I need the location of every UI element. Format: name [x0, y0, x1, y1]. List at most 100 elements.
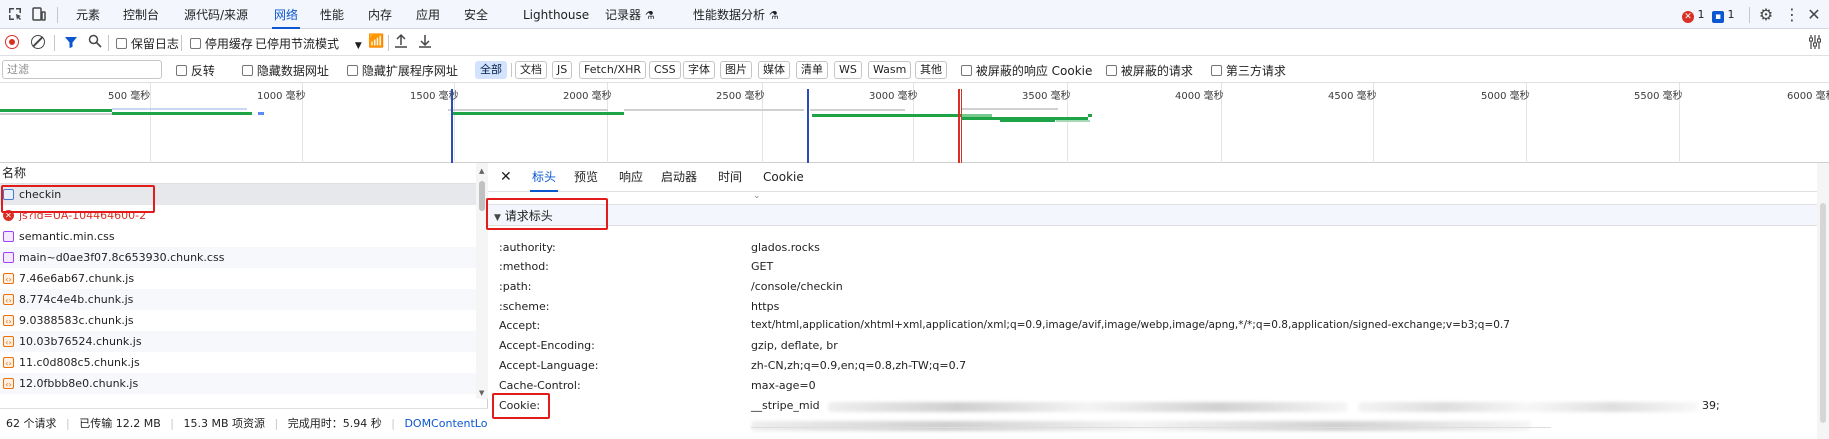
checkbox[interactable] [1211, 65, 1222, 76]
filter-icon[interactable] [64, 35, 78, 52]
header-name: Cache-Control: [499, 379, 581, 392]
tab-response[interactable]: 响应 [619, 163, 643, 192]
tab-headers[interactable]: 标头 [530, 163, 559, 192]
tab-console[interactable]: 控制台 [123, 0, 159, 29]
table-row[interactable]: ‹› 7.46e6ab67.chunk.js [0, 268, 476, 289]
checkbox[interactable] [176, 65, 187, 76]
disable-cache-checkbox[interactable]: 停用缓存 [190, 35, 253, 52]
highlight-box [486, 198, 608, 230]
checkbox[interactable] [1106, 65, 1117, 76]
tab-network[interactable]: 网络 [272, 0, 301, 29]
tick-label: 6000 毫秒 [1787, 91, 1829, 102]
checkbox[interactable] [242, 65, 253, 76]
device-toolbar-icon[interactable] [30, 6, 48, 24]
more-options-icon[interactable]: ⋮ [1783, 6, 1801, 24]
filter-input[interactable]: 过滤 [2, 60, 162, 79]
network-conditions-icon[interactable]: 📶 [368, 34, 384, 49]
type-filter-other[interactable]: 其他 [915, 61, 947, 79]
checkbox[interactable] [190, 38, 201, 49]
clear-icon[interactable] [31, 35, 45, 49]
waterfall-bar [112, 108, 247, 110]
tab-performance-insights[interactable]: 性能数据分析 ⚗ [693, 0, 779, 29]
table-row[interactable]: ‹› 8.774c4e4b.chunk.js [0, 289, 476, 310]
scroll-down-icon[interactable]: ▼ [479, 389, 484, 397]
blocked-cookies-checkbox[interactable]: 被屏蔽的响应 Cookie [961, 62, 1092, 79]
tab-application[interactable]: 应用 [416, 0, 440, 29]
tab-lighthouse[interactable]: Lighthouse [523, 0, 589, 29]
hide-extension-urls-checkbox[interactable]: 隐藏扩展程序网址 [347, 62, 458, 79]
tab-preview[interactable]: 预览 [574, 163, 598, 192]
tab-timing[interactable]: 时间 [718, 163, 742, 192]
preserve-log-checkbox[interactable]: 保留日志 [116, 35, 179, 52]
tick-label: 3000 毫秒 [869, 91, 918, 102]
throttling-select[interactable]: 已停用节流模式 ▼ [255, 35, 362, 52]
type-filter-ws[interactable]: WS [834, 61, 862, 79]
type-filter-fetch[interactable]: Fetch/XHR [579, 61, 646, 79]
type-filter-doc[interactable]: 文档 [515, 61, 547, 79]
checkbox[interactable] [347, 65, 358, 76]
header-name: :path: [499, 280, 532, 293]
network-settings-icon[interactable] [1808, 34, 1822, 53]
checkbox[interactable] [116, 38, 127, 49]
table-row[interactable]: ‹› 11.c0d808c5.chunk.js [0, 352, 476, 373]
inspect-element-icon[interactable] [6, 6, 24, 24]
hide-data-urls-checkbox[interactable]: 隐藏数据网址 [242, 62, 329, 79]
overview-timeline[interactable]: 500 毫秒 1000 毫秒 1500 毫秒 2000 毫秒 2500 毫秒 3… [0, 83, 1829, 163]
type-filter-img[interactable]: 图片 [720, 61, 752, 79]
tab-elements[interactable]: 元素 [76, 0, 100, 29]
waterfall-bar [452, 112, 624, 115]
search-icon[interactable] [88, 34, 102, 51]
tab-security[interactable]: 安全 [464, 0, 488, 29]
type-filter-wasm[interactable]: Wasm [868, 61, 912, 79]
type-filter-media[interactable]: 媒体 [758, 61, 790, 79]
gear-icon[interactable]: ⚙ [1757, 6, 1775, 24]
scrollbar-thumb[interactable] [1820, 203, 1826, 423]
header-name: :scheme: [499, 300, 550, 313]
type-filter-js[interactable]: JS [552, 61, 573, 79]
table-row[interactable]: ‹› 9.0388583c.chunk.js [0, 310, 476, 331]
export-har-icon[interactable] [418, 33, 432, 52]
hide-data-urls-label: 隐藏数据网址 [256, 64, 329, 78]
tab-sources[interactable]: 源代码/来源 [184, 0, 248, 29]
request-name: semantic.min.css [19, 230, 115, 243]
tab-memory[interactable]: 内存 [368, 0, 392, 29]
invert-checkbox[interactable]: 反转 [176, 62, 215, 79]
tab-performance[interactable]: 性能 [320, 0, 344, 29]
type-filter-font[interactable]: 字体 [683, 61, 715, 79]
close-icon[interactable]: ✕ [1805, 6, 1823, 24]
tab-cookies[interactable]: Cookie [763, 163, 804, 192]
resources-size: 15.3 MB 项资源 [183, 417, 265, 430]
finish-time: 完成用时：5.94 秒 [287, 417, 382, 430]
header-value: zh-CN,zh;q=0.9,en;q=0.8,zh-TW;q=0.7 [751, 359, 967, 372]
message-counter[interactable]: ▪ 1 [1712, 8, 1735, 23]
detail-tab-bar: ✕ 标头 预览 响应 启动器 时间 Cookie [488, 163, 1829, 192]
blocked-requests-checkbox[interactable]: 被屏蔽的请求 [1106, 62, 1193, 79]
dropdown-arrow-icon: ▼ [354, 41, 362, 51]
waterfall-bar [258, 112, 264, 115]
table-row[interactable]: ‹› 10.03b76524.chunk.js [0, 331, 476, 352]
table-row[interactable]: main~d0ae3f07.8c653930.chunk.css [0, 247, 476, 268]
script-icon: ‹› [3, 357, 14, 368]
tick-label: 3500 毫秒 [1022, 91, 1071, 102]
script-icon: ‹› [3, 294, 14, 305]
error-counter[interactable]: ✕ 1 [1682, 8, 1705, 23]
type-filter-manifest[interactable]: 清单 [796, 61, 828, 79]
record-icon[interactable] [5, 35, 19, 49]
request-name: 9.0388583c.chunk.js [19, 314, 134, 327]
detail-scrollbar[interactable] [1817, 163, 1829, 439]
checkbox[interactable] [961, 65, 972, 76]
tab-recorder[interactable]: 记录器 ⚗ [605, 0, 655, 29]
name-column-header[interactable]: 名称 [0, 163, 476, 184]
request-headers-section[interactable]: ▼ 请求标头 [488, 204, 1829, 226]
table-row[interactable]: semantic.min.css [0, 226, 476, 247]
scrollbar-thumb[interactable] [479, 181, 485, 211]
scroll-up-icon[interactable]: ▲ [479, 167, 484, 175]
type-filter-all[interactable]: 全部 [475, 61, 507, 79]
disable-cache-label: 停用缓存 [204, 37, 253, 51]
import-har-icon[interactable] [394, 33, 408, 52]
tab-initiator[interactable]: 启动器 [661, 163, 697, 192]
third-party-checkbox[interactable]: 第三方请求 [1211, 62, 1286, 79]
table-row[interactable]: ‹› 12.0fbbb8e0.chunk.js [0, 373, 476, 394]
close-icon[interactable]: ✕ [500, 163, 512, 192]
type-filter-css[interactable]: CSS [649, 61, 681, 79]
